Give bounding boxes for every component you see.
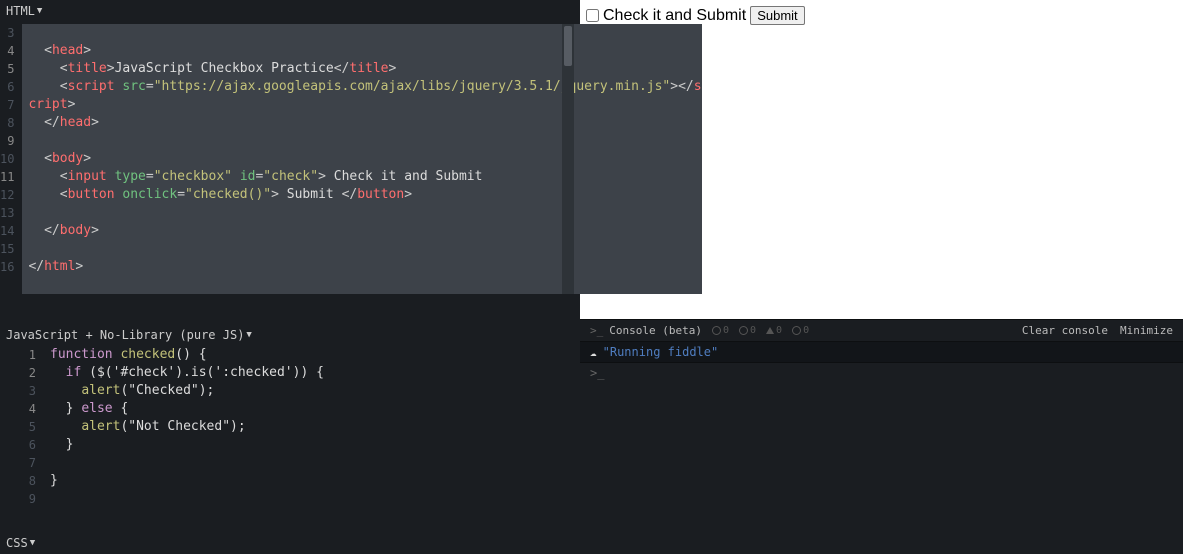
clear-console-button[interactable]: Clear console xyxy=(1022,324,1108,337)
error-icon xyxy=(739,326,748,335)
dropdown-icon: ▼ xyxy=(246,330,251,340)
html-panel-label: HTML xyxy=(6,4,35,18)
preview-checkbox[interactable] xyxy=(586,9,599,22)
cloud-icon: ☁ xyxy=(590,346,597,359)
html-code[interactable]: <head> <title>JavaScript Checkbox Practi… xyxy=(22,24,701,294)
console-input-prompt[interactable]: >_ xyxy=(580,363,1183,383)
console-message: "Running fiddle" xyxy=(603,345,719,359)
js-gutter: 1 2 3 4 5 6 7 8 9 xyxy=(0,346,44,508)
dropdown-icon: ▼ xyxy=(37,6,42,16)
preview-checkbox-label: Check it and Submit xyxy=(603,7,746,25)
js-code[interactable]: function checked() { if ($('#check').is(… xyxy=(44,346,580,508)
css-panel-label: CSS xyxy=(6,536,28,550)
html-editor[interactable]: 3 4 5 6 7 8 9 10 11 12 13 14 15 16 xyxy=(0,24,574,294)
js-panel-header[interactable]: JavaScript + No-Library (pure JS) ▼ xyxy=(0,324,580,346)
js-editor[interactable]: 1 2 3 4 5 6 7 8 9 function checked() { i… xyxy=(0,346,580,508)
console-header: >_ Console (beta) 0 0 0 0 Clear console … xyxy=(580,320,1183,341)
console-badges: 0 0 0 0 xyxy=(712,325,809,336)
js-panel-label: JavaScript + No-Library (pure JS) xyxy=(6,328,244,342)
minimize-console-button[interactable]: Minimize xyxy=(1120,324,1173,337)
warn-icon xyxy=(766,327,774,334)
html-panel-header[interactable]: HTML ▼ xyxy=(0,0,580,22)
html-scrollbar[interactable] xyxy=(562,24,574,294)
info-icon xyxy=(712,326,721,335)
html-gutter: 3 4 5 6 7 8 9 10 11 12 13 14 15 16 xyxy=(0,24,22,294)
dropdown-icon: ▼ xyxy=(30,538,35,548)
console-log-line: ☁ "Running fiddle" xyxy=(580,342,1183,362)
console-title: Console (beta) xyxy=(609,324,702,337)
css-panel-header[interactable]: CSS ▼ xyxy=(0,532,580,554)
console-pane: >_ Console (beta) 0 0 0 0 Clear console … xyxy=(580,319,1183,554)
preview-submit-button[interactable]: Submit xyxy=(750,6,804,25)
other-icon xyxy=(792,326,801,335)
console-prompt-icon: >_ xyxy=(590,324,603,337)
